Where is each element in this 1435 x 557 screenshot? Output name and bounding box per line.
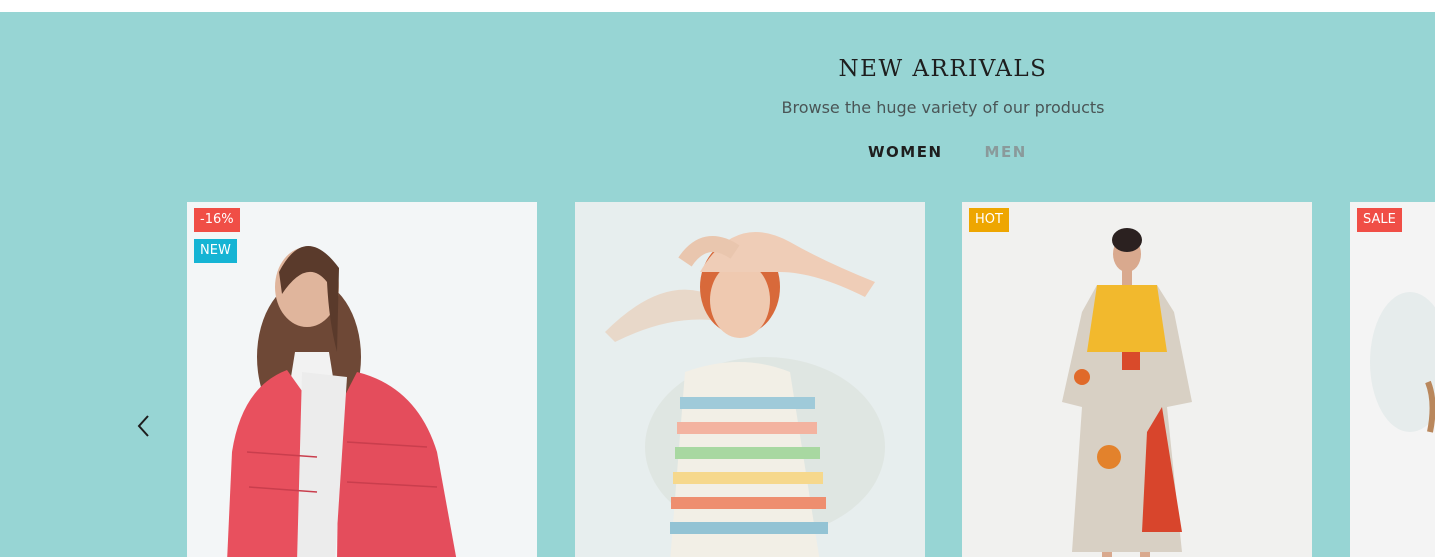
product-card[interactable]: -16% NEW <box>187 202 537 557</box>
sale-badge: SALE <box>1357 208 1402 232</box>
product-card[interactable] <box>575 202 925 557</box>
discount-badge: -16% <box>194 208 240 232</box>
category-tabs: WOMEN MEN <box>868 143 1027 161</box>
carousel-prev-button[interactable] <box>128 410 160 442</box>
product-card[interactable]: HOT <box>962 202 1312 557</box>
product-image <box>1350 202 1435 557</box>
chevron-left-icon <box>137 415 149 437</box>
new-arrivals-section: NEW ARRIVALS Browse the huge variety of … <box>0 12 1435 557</box>
section-subtitle: Browse the huge variety of our products <box>781 98 1105 117</box>
tab-women[interactable]: WOMEN <box>868 143 943 161</box>
tab-men[interactable]: MEN <box>985 143 1027 161</box>
new-badge: NEW <box>194 239 237 263</box>
product-image <box>575 202 925 557</box>
product-card[interactable]: SALE <box>1350 202 1435 557</box>
product-image <box>962 202 1312 557</box>
hot-badge: HOT <box>969 208 1009 232</box>
product-image <box>187 202 537 557</box>
top-strip <box>0 0 1435 12</box>
section-title: NEW ARRIVALS <box>838 56 1048 82</box>
